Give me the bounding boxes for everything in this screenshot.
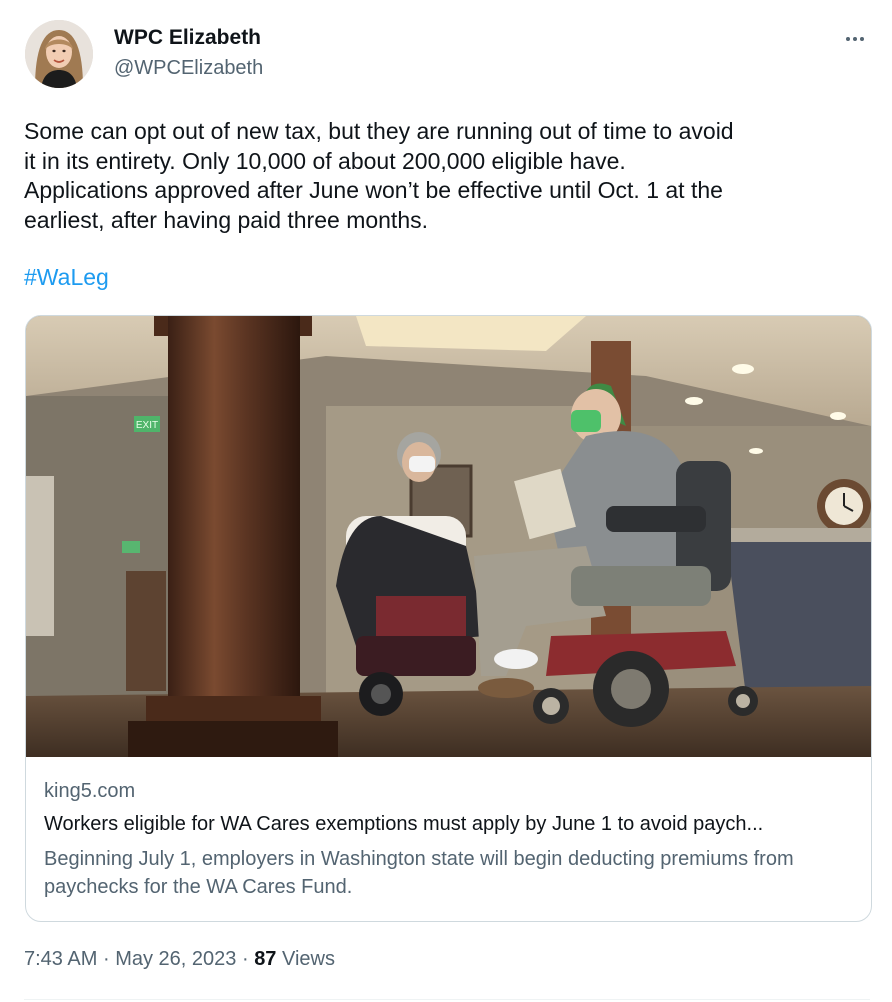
more-horizontal-icon[interactable] xyxy=(842,26,868,52)
tweet-text-line: Applications approved after June won’t b… xyxy=(24,177,723,203)
avatar-image xyxy=(25,20,93,88)
tweet-text-line: it in its entirety. Only 10,000 of about… xyxy=(24,147,626,174)
tweet-meta: 7:43 AM · May 26, 2023 · 87 Views xyxy=(24,948,335,971)
card-image[interactable]: EXIT xyxy=(26,316,871,757)
meta-separator: · xyxy=(241,948,249,970)
author-handle[interactable]: @WPCElizabeth xyxy=(114,57,263,80)
tweet-date[interactable]: May 26, 2023 xyxy=(115,948,236,970)
tweet-time[interactable]: 7:43 AM xyxy=(24,948,97,970)
card-description: Beginning July 1, employers in Washingto… xyxy=(44,848,794,898)
tweet-header: WPC Elizabeth @WPCElizabeth xyxy=(0,0,892,100)
avatar[interactable] xyxy=(25,20,93,88)
views-label: Views xyxy=(282,948,335,970)
card-domain[interactable]: king5.com xyxy=(44,780,135,803)
tweet-text-line: earliest, after having paid three months… xyxy=(24,206,429,233)
meta-separator: · xyxy=(102,948,110,970)
author-name[interactable]: WPC Elizabeth xyxy=(114,26,261,50)
hashtag-link[interactable]: #WaLeg xyxy=(24,263,109,293)
exit-sign: EXIT xyxy=(136,420,158,431)
card-title[interactable]: Workers eligible for WA Cares exemptions… xyxy=(44,813,854,836)
tweet-text-line: Some can opt out of new tax, but they ar… xyxy=(24,118,734,144)
tweet-text: Some can opt out of new tax, but they ar… xyxy=(24,117,869,235)
views-count: 87 xyxy=(254,948,277,970)
divider xyxy=(24,999,870,1000)
link-card[interactable]: EXIT king5.com Workers eligible for WA C… xyxy=(25,315,872,922)
